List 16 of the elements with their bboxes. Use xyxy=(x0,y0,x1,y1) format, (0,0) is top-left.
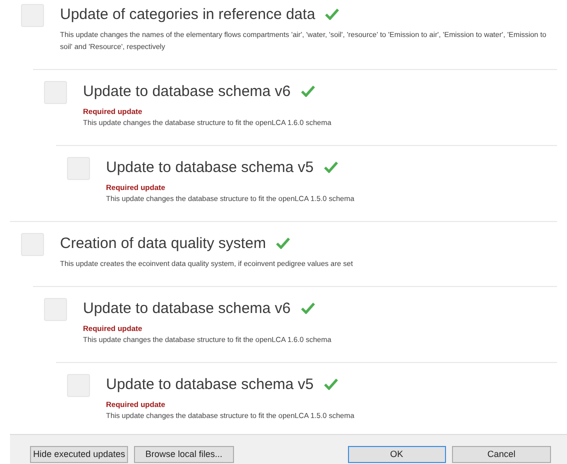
update-title: Creation of data quality system xyxy=(60,234,266,252)
update-title: Update to database schema v5 xyxy=(106,158,314,176)
dialog-button[interactable]: Browse local files... xyxy=(134,446,234,463)
update-title: Update to database schema v5 xyxy=(106,376,314,392)
update-title: Update to database schema v6 xyxy=(83,300,291,316)
dialog-button[interactable]: Hide executed updates xyxy=(30,446,128,463)
checkbox[interactable] xyxy=(67,157,90,180)
update-title: Update to database schema v6 xyxy=(83,82,291,100)
dialog-button[interactable]: Cancel xyxy=(452,446,551,463)
checkbox[interactable] xyxy=(21,4,44,27)
checkbox[interactable] xyxy=(44,81,67,104)
dialog-button[interactable]: OK xyxy=(348,446,446,463)
checkbox[interactable] xyxy=(44,298,67,321)
checkbox[interactable] xyxy=(67,374,90,397)
update-title: Update of categories in reference data xyxy=(60,6,316,22)
checkbox[interactable] xyxy=(21,233,44,256)
